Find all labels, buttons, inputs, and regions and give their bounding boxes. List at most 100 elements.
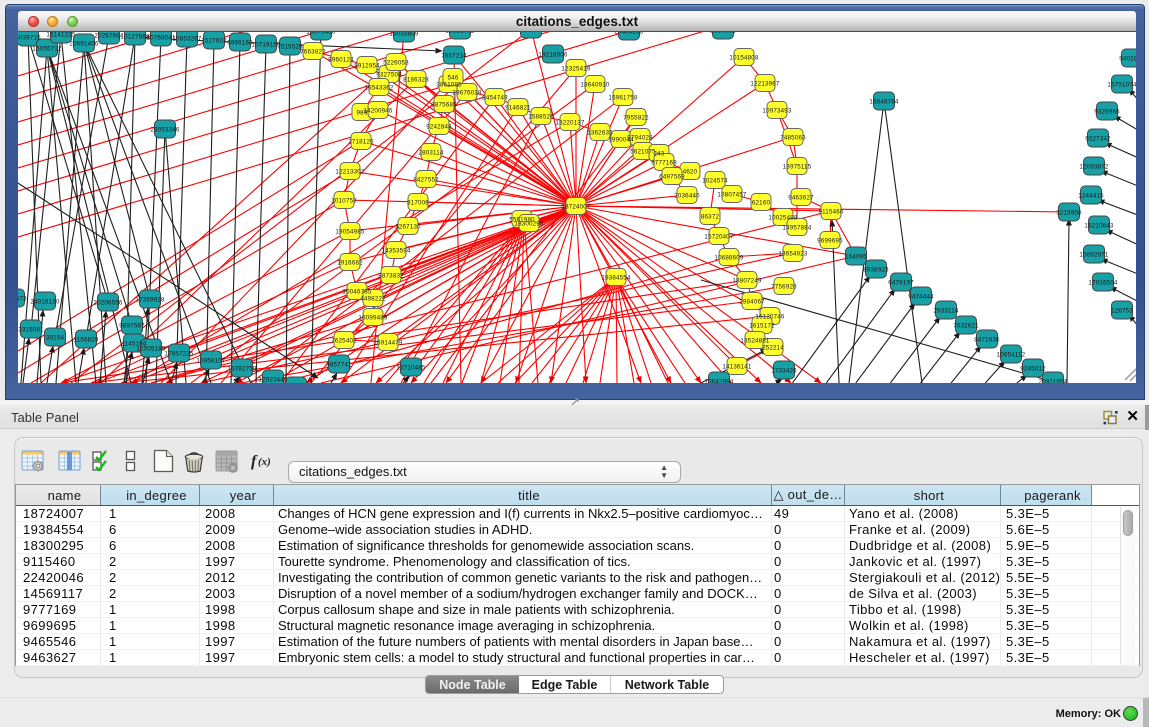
svg-text:16914479: 16914479: [373, 340, 402, 347]
svg-text:13220137: 13220137: [555, 120, 584, 127]
svg-text:7625402: 7625402: [331, 338, 357, 345]
svg-text:15720407: 15720407: [704, 234, 733, 241]
svg-text:8912954: 8912954: [354, 63, 380, 70]
svg-text:3861095: 3861095: [436, 82, 462, 89]
svg-text:17359928: 17359928: [135, 297, 164, 304]
svg-text:19054985: 19054985: [335, 229, 364, 236]
svg-text:16648784: 16648784: [869, 99, 898, 106]
svg-text:7857214: 7857214: [441, 53, 467, 60]
svg-text:16033809: 16033809: [389, 32, 418, 38]
svg-text:29053346: 29053346: [150, 127, 179, 134]
svg-text:4498222: 4498222: [360, 296, 386, 303]
svg-text:1916682: 1916682: [337, 260, 363, 267]
svg-text:8873832: 8873832: [378, 273, 404, 280]
svg-text:1362635: 1362635: [587, 130, 613, 137]
svg-text:9227342: 9227342: [1085, 136, 1111, 143]
svg-text:1244415: 1244415: [1078, 193, 1104, 200]
svg-text:7632621: 7632621: [953, 323, 979, 330]
svg-text:2718126: 2718126: [348, 139, 374, 146]
svg-text:14136141: 14136141: [722, 364, 751, 371]
svg-text:4620: 4620: [683, 169, 698, 176]
svg-text:10853267: 10853267: [172, 36, 201, 43]
svg-text:1733426: 1733426: [771, 368, 797, 375]
svg-text:9146821: 9146821: [505, 105, 531, 112]
svg-text:6479197: 6479197: [888, 280, 914, 287]
svg-text:1615172: 1615172: [749, 323, 775, 330]
svg-text:18300295: 18300295: [514, 221, 543, 228]
svg-text:16961758: 16961758: [608, 95, 637, 102]
svg-text:13710485: 13710485: [396, 365, 425, 372]
svg-text:6966160: 6966160: [227, 40, 253, 47]
svg-text:16543362: 16543362: [364, 85, 393, 92]
svg-text:1010753: 1010753: [331, 198, 357, 205]
svg-text:13975115: 13975115: [783, 164, 812, 171]
svg-text:7756928: 7756928: [771, 284, 797, 291]
svg-text:16782759: 16782759: [227, 366, 256, 373]
svg-text:2933114: 2933114: [933, 308, 958, 315]
svg-text:12213302: 12213302: [335, 169, 364, 176]
svg-text:9794028: 9794028: [627, 135, 653, 142]
svg-text:2036440: 2036440: [674, 193, 700, 200]
svg-text:1527602: 1527602: [201, 38, 227, 45]
svg-text:24018130: 24018130: [30, 299, 59, 306]
svg-text:8813054: 8813054: [518, 32, 544, 34]
svg-text:19384554: 19384554: [601, 275, 630, 282]
svg-text:317006: 317006: [407, 200, 429, 207]
svg-text:13654923: 13654923: [778, 251, 807, 258]
svg-text:6497569: 6497569: [659, 174, 685, 181]
svg-text:9699695: 9699695: [817, 238, 843, 245]
svg-text:5621075: 5621075: [630, 149, 656, 156]
svg-text:16099489: 16099489: [358, 315, 387, 322]
svg-text:f: f: [251, 453, 258, 470]
svg-text:13524851: 13524851: [740, 338, 769, 345]
svg-text:1024574: 1024574: [702, 178, 728, 185]
svg-text:19218506: 19218506: [538, 52, 567, 59]
svg-text:3315061: 3315061: [18, 327, 44, 334]
svg-text:10958107: 10958107: [196, 358, 225, 365]
svg-text:10688609: 10688609: [714, 255, 743, 262]
svg-text:9329966: 9329966: [1094, 109, 1120, 116]
svg-text:28676038: 28676038: [452, 90, 481, 97]
svg-text:5039715: 5039715: [18, 35, 41, 42]
svg-text:18640910: 18640910: [580, 82, 609, 89]
svg-text:10654112: 10654112: [997, 352, 1026, 359]
svg-text:7663822: 7663822: [300, 49, 326, 56]
svg-text:17957225: 17957225: [164, 351, 193, 358]
svg-text:15055712: 15055712: [32, 46, 61, 53]
svg-text:39154: 39154: [46, 335, 65, 342]
svg-text:10807457: 10807457: [717, 192, 746, 199]
svg-text:8427552: 8427552: [413, 177, 439, 184]
svg-text:20206556: 20206556: [93, 300, 122, 307]
svg-text:9463627: 9463627: [788, 195, 814, 202]
svg-text:2984067: 2984067: [739, 299, 765, 306]
svg-text:8186328: 8186328: [403, 77, 429, 84]
svg-text:10642994: 10642994: [704, 379, 733, 384]
svg-text:16120746: 16120746: [755, 314, 784, 321]
svg-text:3875685: 3875685: [431, 102, 457, 109]
svg-text:12923448: 12923448: [258, 377, 287, 384]
svg-text:7515526: 7515526: [277, 44, 303, 51]
svg-text:2087682: 2087682: [710, 32, 736, 35]
svg-text:86372: 86372: [701, 214, 720, 221]
svg-text:18807249: 18807249: [732, 278, 761, 285]
svg-text:10973493: 10973493: [762, 108, 791, 115]
svg-text:546: 546: [448, 75, 459, 82]
svg-text:8454749: 8454749: [482, 95, 508, 102]
svg-text:2803114: 2803114: [418, 150, 443, 157]
svg-text:243: 243: [654, 151, 665, 158]
svg-text:20691406: 20691406: [69, 41, 98, 48]
svg-text:10046785: 10046785: [342, 289, 371, 296]
svg-text:8938923: 8938923: [863, 267, 889, 274]
svg-text:15079488: 15079488: [306, 32, 335, 36]
svg-text:252214: 252214: [762, 345, 784, 352]
svg-text:9245012: 9245012: [1020, 366, 1046, 373]
svg-text:17016504: 17016504: [1088, 280, 1117, 287]
svg-text:126753: 126753: [1111, 308, 1133, 315]
svg-text:9115460: 9115460: [818, 209, 843, 216]
svg-text:10025488: 10025488: [768, 215, 797, 222]
svg-text:15751074: 15751074: [1107, 82, 1136, 89]
svg-text:9474444: 9474444: [908, 294, 934, 301]
svg-text:7955822: 7955822: [623, 115, 649, 122]
svg-text:18724007: 18724007: [561, 204, 590, 211]
svg-text:12505185: 12505185: [136, 346, 165, 353]
